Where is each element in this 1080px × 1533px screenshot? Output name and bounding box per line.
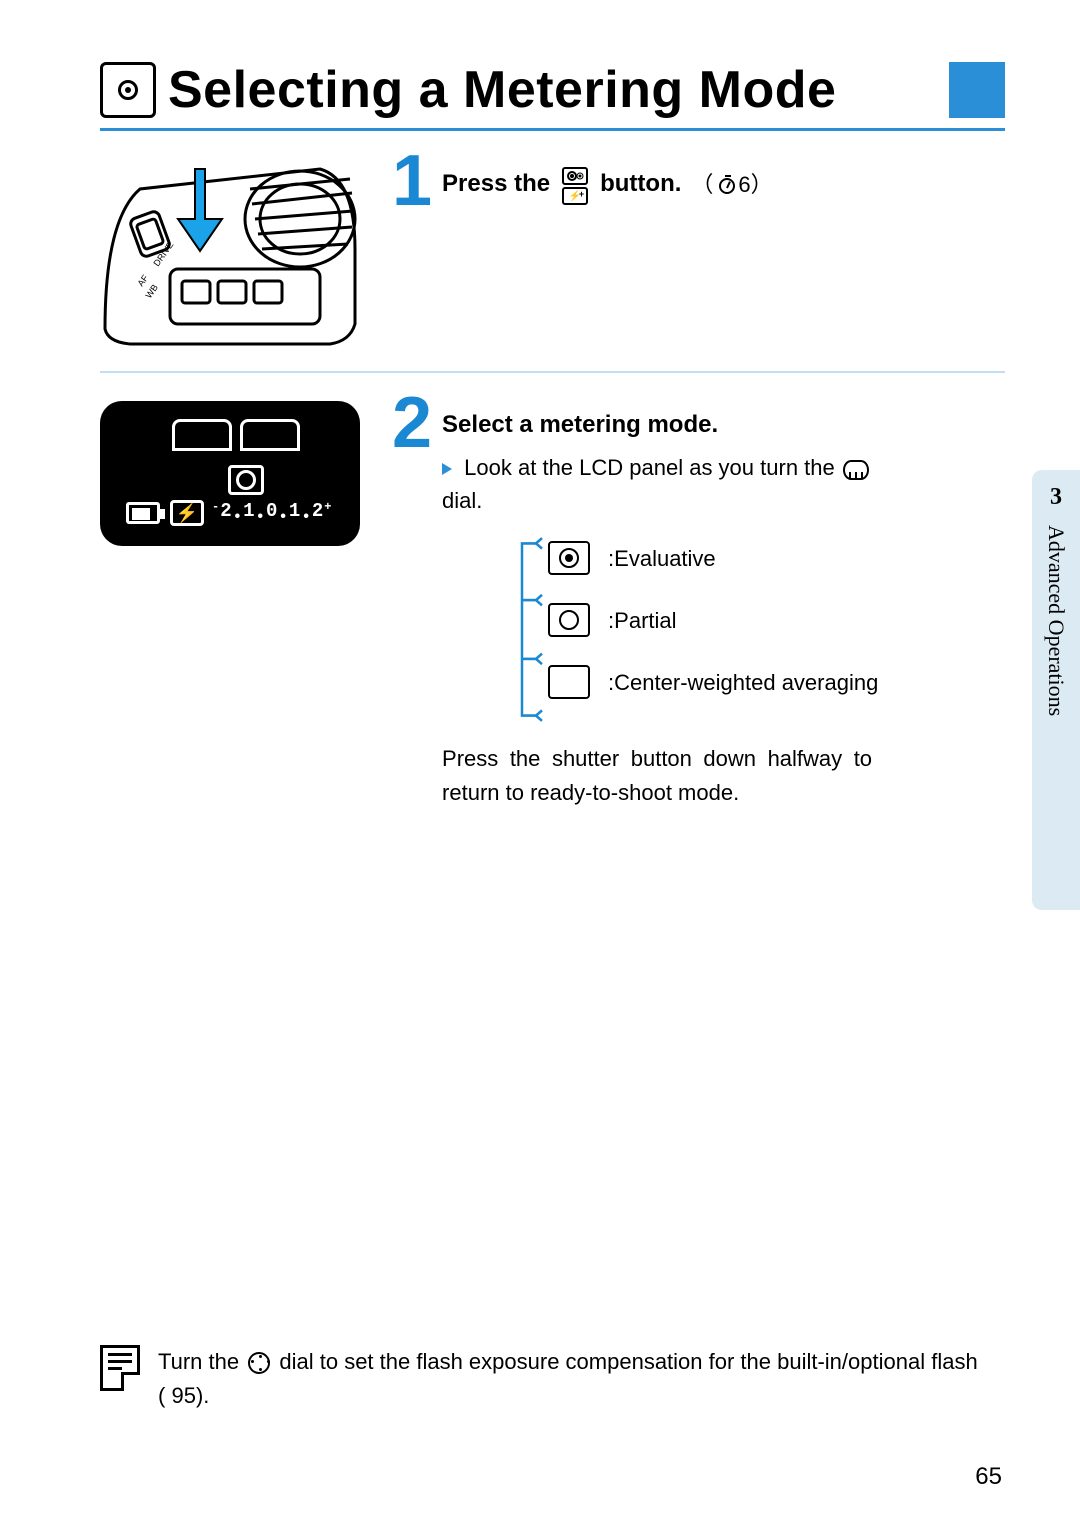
section-tab-number: 3 bbox=[1050, 484, 1062, 511]
mode-evaluative-label: :Evaluative bbox=[608, 542, 716, 575]
mode-partial-label: :Partial bbox=[608, 604, 676, 637]
step-1-text-before: Press the bbox=[442, 166, 550, 202]
svg-text:AF: AF bbox=[135, 273, 150, 289]
step-2-bullet-after: dial. bbox=[442, 488, 482, 513]
evaluative-icon bbox=[548, 541, 590, 575]
partial-icon bbox=[548, 603, 590, 637]
note-icon bbox=[100, 1345, 140, 1391]
section-tab: 3 Advanced Operations bbox=[1032, 470, 1080, 910]
footer-note-text: Turn the dial to set the flash exposure … bbox=[158, 1345, 1005, 1413]
step-1-timer-value: 6 bbox=[738, 172, 750, 197]
lcd-exposure-scale: -2•1•0•1•2+ bbox=[212, 500, 332, 526]
step-2-bullet: Look at the LCD panel as you turn the di… bbox=[442, 451, 1005, 517]
title-accent-block bbox=[949, 62, 1005, 118]
step-1: DRIVE AF WB 1 Press the bbox=[100, 159, 1005, 349]
svg-text:WB: WB bbox=[143, 283, 160, 301]
step-separator bbox=[100, 371, 1005, 373]
page-number: 65 bbox=[975, 1463, 1002, 1491]
step-1-number: 1 bbox=[392, 153, 432, 211]
step-1-headline: Press the button. （6） bbox=[442, 165, 1005, 203]
step-2-number: 2 bbox=[392, 395, 432, 453]
step-1-illustration: DRIVE AF WB bbox=[100, 159, 360, 349]
mode-center-label: :Center-weighted averaging bbox=[608, 666, 878, 699]
main-dial-icon bbox=[843, 460, 869, 480]
flash-comp-icon: ⚡ bbox=[170, 500, 204, 526]
page-title: Selecting a Metering Mode bbox=[168, 60, 937, 120]
timer-icon bbox=[719, 178, 735, 194]
title-rule bbox=[100, 128, 1005, 131]
metering-button-icon bbox=[562, 167, 588, 205]
step-2-closing: Press the shutter button down halfway to… bbox=[442, 742, 872, 810]
mode-center-weighted: :Center-weighted averaging bbox=[548, 665, 878, 699]
step-2-bullet-before: Look at the LCD panel as you turn the bbox=[464, 455, 835, 480]
lcd-panel: ⚡ -2•1•0•1•2+ bbox=[100, 401, 360, 546]
page-title-row: Selecting a Metering Mode bbox=[100, 60, 1005, 120]
step-2-illustration: ⚡ -2•1•0•1•2+ bbox=[100, 401, 360, 546]
center-weighted-icon bbox=[548, 665, 590, 699]
metering-mode-icon bbox=[100, 62, 156, 118]
step-2: ⚡ -2•1•0•1•2+ 2 Select a metering mode. … bbox=[100, 401, 1005, 810]
lcd-metering-icon bbox=[228, 465, 264, 495]
footer-note: Turn the dial to set the flash exposure … bbox=[100, 1345, 1005, 1413]
battery-icon bbox=[126, 502, 160, 524]
step-1-text-after: button. bbox=[600, 166, 681, 202]
mode-partial: :Partial bbox=[548, 603, 878, 637]
mode-evaluative: :Evaluative bbox=[548, 541, 878, 575]
metering-modes-list: :Evaluative :Partial :Center-weighted av… bbox=[512, 535, 1005, 724]
quick-control-dial-icon bbox=[248, 1352, 270, 1374]
step-2-headline: Select a metering mode. bbox=[442, 407, 1005, 443]
section-tab-text: Advanced Operations bbox=[1043, 525, 1069, 716]
bullet-arrow-icon bbox=[442, 463, 452, 475]
